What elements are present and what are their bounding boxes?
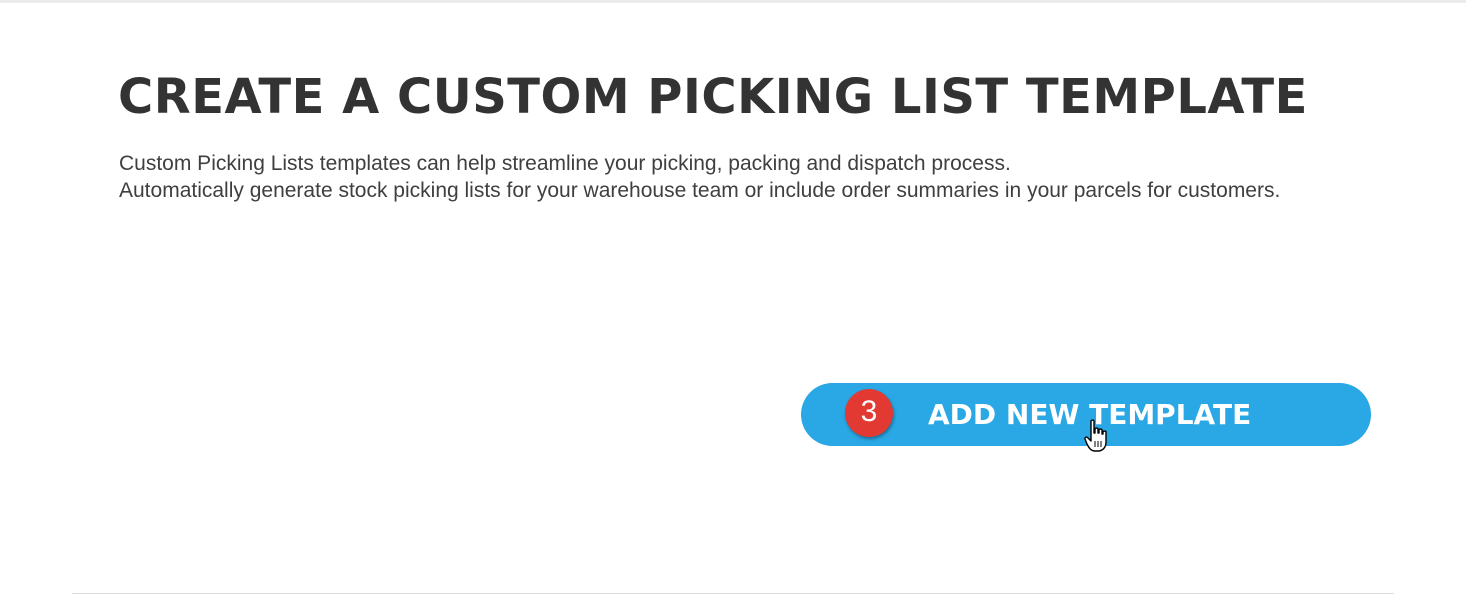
hand-pointer-icon <box>1084 419 1107 452</box>
intro-text: Custom Picking Lists templates can help … <box>119 150 1319 204</box>
intro-line-2: Automatically generate stock picking lis… <box>119 179 1281 202</box>
bottom-divider <box>72 593 1394 594</box>
top-divider <box>0 0 1466 3</box>
page-title: CREATE A CUSTOM PICKING LIST TEMPLATE <box>118 69 1308 125</box>
step-number-badge: 3 <box>845 389 893 437</box>
intro-line-1: Custom Picking Lists templates can help … <box>119 152 1011 175</box>
